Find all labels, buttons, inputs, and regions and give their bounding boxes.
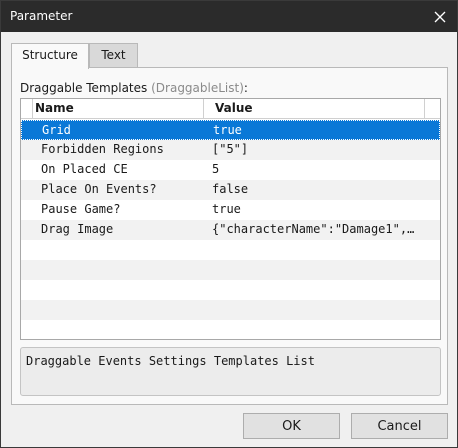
section-type-hint: (DraggableList) [151, 81, 244, 95]
structure-panel: Draggable Templates (DraggableList): Nam… [11, 67, 448, 405]
row-name: Drag Image [41, 222, 114, 236]
description-text: Draggable Events Settings Templates List [26, 354, 315, 368]
parameter-dialog: Parameter Structure Text Draggable Templ… [0, 0, 458, 448]
section-label: Draggable Templates (DraggableList): [20, 81, 248, 95]
grid-row-place-on-events[interactable]: Place On Events? false [21, 180, 440, 200]
row-name: On Placed CE [41, 162, 128, 176]
grid-header: Name Value [21, 99, 440, 119]
tab-text[interactable]: Text [89, 43, 138, 68]
column-separator [424, 99, 425, 119]
column-separator [32, 99, 33, 119]
grid-row-pause-game[interactable]: Pause Game? true [21, 200, 440, 220]
row-name: Place On Events? [41, 182, 157, 196]
row-value: true [212, 202, 241, 216]
grid-row-empty [21, 300, 440, 320]
column-separator [203, 99, 204, 119]
grid-row-empty [21, 320, 440, 339]
window-title: Parameter [10, 9, 73, 23]
section-label-suffix: : [243, 81, 248, 95]
grid-row-drag-image[interactable]: Drag Image {"characterName":"Damage1",… [21, 220, 440, 240]
grid-row-on-placed-ce[interactable]: On Placed CE 5 [21, 160, 440, 180]
column-header-value[interactable]: Value [215, 101, 253, 115]
parameter-grid: Name Value Grid true Forbidden Regions [… [20, 98, 441, 340]
row-name: Pause Game? [41, 202, 121, 216]
row-value: ["5"] [212, 142, 249, 156]
title-bar: Parameter [1, 1, 457, 32]
grid-row-empty [21, 260, 440, 280]
grid-row-empty [21, 280, 440, 300]
grid-row-grid[interactable]: Grid true [21, 120, 440, 140]
cancel-button[interactable]: Cancel [351, 413, 448, 439]
tab-structure[interactable]: Structure [11, 43, 89, 69]
grid-row-forbidden-regions[interactable]: Forbidden Regions ["5"] [21, 140, 440, 160]
row-value: false [212, 182, 249, 196]
description-box: Draggable Events Settings Templates List [20, 347, 441, 396]
row-value: 5 [212, 162, 220, 176]
row-value: true [213, 123, 242, 137]
column-header-name[interactable]: Name [35, 101, 74, 115]
ok-button[interactable]: OK [243, 413, 340, 439]
grid-row-empty [21, 240, 440, 260]
row-name: Forbidden Regions [41, 142, 164, 156]
close-icon [434, 11, 446, 22]
section-label-text: Draggable Templates [20, 81, 148, 95]
row-name: Grid [42, 123, 71, 137]
close-button[interactable] [423, 1, 457, 32]
row-value: {"characterName":"Damage1",… [212, 222, 415, 236]
